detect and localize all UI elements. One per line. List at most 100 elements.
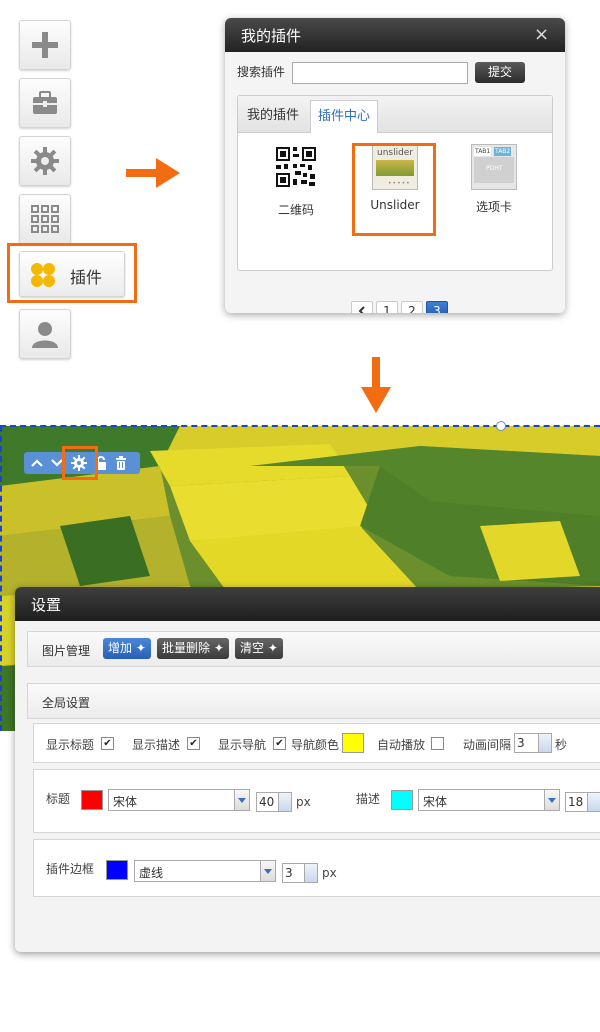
gear-highlight (62, 446, 98, 480)
prev-page-button[interactable] (351, 301, 373, 313)
add-label: 增加 (108, 641, 133, 655)
show-desc-checkbox[interactable]: ✔ (187, 737, 200, 750)
plugin-name: 二维码 (277, 203, 314, 217)
chevron-left-icon (358, 306, 365, 313)
tab2-thumb: TAB2 (494, 147, 512, 156)
close-icon[interactable]: × (534, 24, 549, 45)
plus-icon (32, 32, 58, 58)
arrow-right-icon (126, 158, 180, 188)
title-desc-row: 标题 宋体 40 px 描述 宋体 18 (33, 769, 600, 833)
autoplay-label: 自动播放 (377, 738, 426, 752)
grid-button[interactable] (19, 194, 71, 244)
options-row: 显示标题 ✔ 显示描述 ✔ 显示导航 ✔ 导航颜色 自动播放 动画间隔 3 秒 (33, 723, 600, 763)
plugin-name: 选项卡 (475, 200, 512, 214)
desc-label: 描述 (356, 792, 381, 806)
clear-label: 清空 (240, 641, 265, 655)
selection-border-top (0, 425, 600, 427)
title-color-swatch[interactable] (81, 790, 103, 810)
submit-button[interactable]: 提交 (475, 62, 525, 83)
batch-delete-button[interactable]: 批量删除 ✦ (157, 638, 229, 659)
autoplay-checkbox[interactable] (431, 737, 444, 750)
spinner-arrows-icon[interactable] (304, 864, 317, 882)
dialog-titlebar: 我的插件 × (225, 18, 565, 52)
image-manage-bar: 图片管理 增加 ✦ 批量删除 ✦ 清空 ✦ (27, 631, 600, 667)
tabs-icon: TAB1 TAB2 PDHT (471, 144, 517, 190)
user-button[interactable] (19, 309, 71, 359)
border-color-swatch[interactable] (106, 860, 128, 880)
spinner-arrows-icon[interactable] (278, 793, 291, 811)
add-button[interactable] (19, 20, 71, 70)
up-icon[interactable] (31, 458, 43, 468)
selection-border-left (0, 426, 2, 731)
desc-color-swatch[interactable] (391, 790, 413, 810)
show-nav-label: 显示导航 (218, 738, 267, 752)
nav-color-label: 导航颜色 (291, 738, 340, 752)
show-desc-label: 显示描述 (132, 738, 181, 752)
border-width-unit: px (322, 866, 337, 880)
show-title-label: 显示标题 (46, 738, 95, 752)
gear-icon (31, 147, 59, 175)
border-label: 插件边框 (46, 862, 95, 876)
tabs-thumb-text: PDHT (486, 165, 503, 172)
border-style-select[interactable]: 虚线 (134, 860, 276, 882)
settings-title: 设置 (31, 596, 62, 614)
tab-my-plugins[interactable]: 我的插件 (240, 100, 306, 132)
clear-button[interactable]: 清空 ✦ (235, 638, 283, 659)
dropdown-arrow-icon (234, 790, 249, 810)
plugin-qrcode[interactable]: 二维码 (256, 144, 336, 218)
desc-size-value: 18 (568, 795, 584, 809)
page-2-button[interactable]: 2 (401, 301, 423, 313)
toolbox-button[interactable] (19, 78, 71, 128)
interval-unit: 秒 (555, 738, 568, 752)
desc-size-stepper[interactable]: 18 (565, 792, 600, 812)
search-input[interactable] (292, 62, 468, 84)
title-font-value: 宋体 (113, 795, 138, 809)
batch-delete-label: 批量删除 (162, 641, 211, 655)
tab-plugin-center[interactable]: 插件中心 (310, 100, 379, 133)
global-settings-bar: 全局设置 (27, 683, 600, 719)
title-label: 标题 (46, 792, 71, 806)
trash-icon[interactable] (115, 456, 127, 470)
show-title-checkbox[interactable]: ✔ (101, 737, 114, 750)
resize-handle[interactable] (496, 421, 506, 431)
title-size-unit: px (296, 795, 311, 809)
add-image-button[interactable]: 增加 ✦ (103, 638, 151, 659)
plugin-highlight (7, 243, 137, 303)
dropdown-arrow-icon (260, 861, 275, 881)
spinner-arrows-icon[interactable] (587, 793, 600, 811)
tab1-thumb: TAB1 (474, 147, 492, 156)
dropdown-arrow-icon (544, 790, 559, 810)
arrow-down-icon (361, 357, 391, 413)
tab-bar: 我的插件 插件中心 (238, 96, 552, 133)
show-nav-checkbox[interactable]: ✔ (273, 737, 286, 750)
page-1-button[interactable]: 1 (376, 301, 398, 313)
page-3-button[interactable]: 3 (426, 301, 448, 313)
grid-icon (31, 205, 59, 233)
user-icon (32, 322, 58, 348)
border-width-value: 3 (285, 866, 293, 880)
settings-titlebar: 设置 (15, 587, 600, 621)
settings-dialog: 设置 图片管理 增加 ✦ 批量删除 ✦ 清空 ✦ 全局设置 显示标题 ✔ 显示描… (15, 587, 600, 952)
border-width-stepper[interactable]: 3 (282, 863, 318, 883)
unslider-highlight (352, 143, 436, 236)
interval-stepper[interactable]: 3 (514, 733, 552, 753)
desc-font-select[interactable]: 宋体 (418, 789, 560, 811)
image-manage-label: 图片管理 (42, 644, 91, 658)
search-label: 搜索插件 (237, 65, 286, 79)
border-style-value: 虚线 (139, 866, 164, 880)
dialog-title: 我的插件 (241, 27, 302, 45)
title-size-value: 40 (259, 795, 275, 809)
toolbox-icon (33, 91, 57, 114)
desc-font-value: 宋体 (423, 795, 448, 809)
title-size-stepper[interactable]: 40 (256, 792, 292, 812)
qrcode-icon (276, 147, 316, 187)
title-font-select[interactable]: 宋体 (108, 789, 250, 811)
settings-button[interactable] (19, 136, 71, 186)
interval-value: 3 (517, 736, 525, 750)
interval-label: 动画间隔 (463, 738, 512, 752)
nav-color-swatch[interactable] (342, 733, 364, 753)
spinner-arrows-icon[interactable] (538, 734, 551, 752)
border-row: 插件边框 虚线 3 px (33, 839, 600, 897)
plugin-tabs[interactable]: TAB1 TAB2 PDHT 选项卡 (454, 144, 534, 215)
global-settings-label: 全局设置 (42, 696, 91, 710)
